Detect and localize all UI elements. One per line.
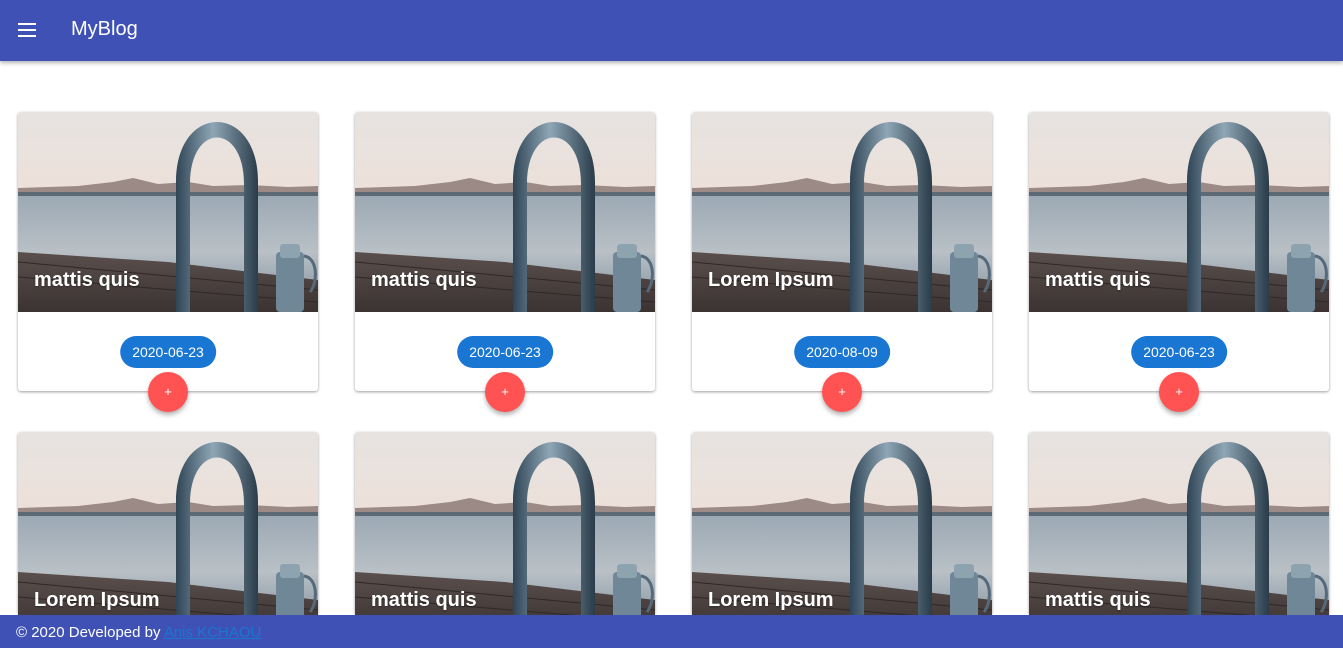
post-title: Lorem Ipsum xyxy=(708,589,834,611)
date-chip[interactable]: 2020-08-09 xyxy=(794,336,890,368)
post-card[interactable]: mattis quis xyxy=(1029,432,1329,632)
app-bar: MyBlog xyxy=(0,0,1343,61)
post-grid: mattis quis 2020-06-23 + mattis quis 202… xyxy=(0,0,1343,648)
footer-text: © 2020 Developed by Anis KCHAOU xyxy=(16,624,261,642)
post-title: mattis quis xyxy=(371,589,477,611)
add-button[interactable]: + xyxy=(148,372,188,412)
date-chip[interactable]: 2020-06-23 xyxy=(1131,336,1227,368)
post-card[interactable]: mattis quis 2020-06-23 + xyxy=(355,112,655,412)
post-title: mattis quis xyxy=(1045,589,1151,611)
author-link[interactable]: Anis KCHAOU xyxy=(164,624,262,641)
post-title: mattis quis xyxy=(371,269,477,291)
add-button[interactable]: + xyxy=(822,372,862,412)
date-chip[interactable]: 2020-06-23 xyxy=(457,336,553,368)
post-card[interactable]: Lorem Ipsum xyxy=(692,432,992,632)
post-card[interactable]: Lorem Ipsum xyxy=(18,432,318,632)
brand-title[interactable]: MyBlog xyxy=(71,17,138,41)
post-card[interactable]: mattis quis 2020-06-23 + xyxy=(1029,112,1329,412)
date-chip[interactable]: 2020-06-23 xyxy=(120,336,216,368)
add-button[interactable]: + xyxy=(1159,372,1199,412)
post-title: mattis quis xyxy=(1045,269,1151,291)
menu-icon[interactable] xyxy=(11,14,43,46)
post-card[interactable]: mattis quis 2020-06-23 + xyxy=(18,112,318,412)
footer-copyright: © 2020 Developed by xyxy=(16,624,164,641)
post-title: Lorem Ipsum xyxy=(708,269,834,291)
post-card[interactable]: mattis quis xyxy=(355,432,655,632)
add-button[interactable]: + xyxy=(485,372,525,412)
footer: © 2020 Developed by Anis KCHAOU xyxy=(0,615,1343,648)
post-card[interactable]: Lorem Ipsum 2020-08-09 + xyxy=(692,112,992,412)
post-title: mattis quis xyxy=(34,269,140,291)
post-title: Lorem Ipsum xyxy=(34,589,160,611)
